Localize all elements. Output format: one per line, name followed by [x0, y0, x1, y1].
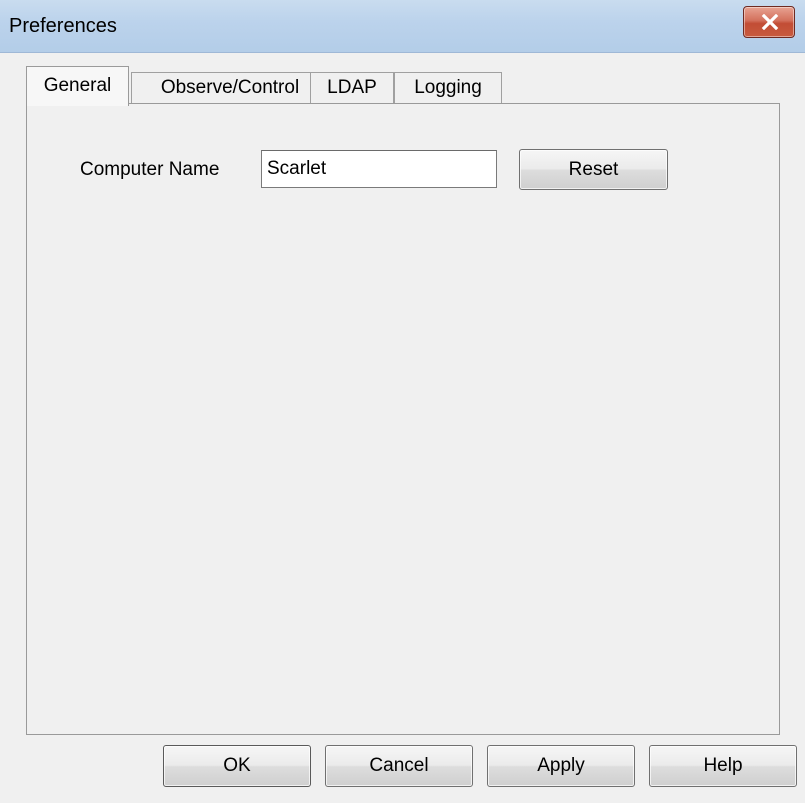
window-title: Preferences	[9, 15, 117, 37]
close-button[interactable]	[743, 6, 795, 38]
tab-ldap-label: LDAP	[327, 77, 377, 98]
general-tab-panel	[26, 103, 780, 735]
tab-general-label: General	[43, 75, 112, 96]
reset-button[interactable]: Reset	[519, 149, 668, 190]
ok-button[interactable]: OK	[163, 745, 311, 787]
help-button[interactable]: Help	[649, 745, 797, 787]
tab-logging[interactable]: Logging	[394, 72, 502, 104]
apply-button[interactable]: Apply	[487, 745, 635, 787]
cancel-button[interactable]: Cancel	[325, 745, 473, 787]
tab-observe-control[interactable]: Observe/Control	[131, 72, 329, 104]
tab-logging-label: Logging	[414, 77, 482, 98]
computer-name-input[interactable]	[261, 150, 497, 188]
computer-name-label: Computer Name	[80, 159, 220, 180]
tab-observe-control-label: Observe/Control	[160, 77, 300, 98]
preferences-dialog: Preferences General Observe/Control LDAP…	[0, 0, 805, 803]
title-bar[interactable]: Preferences	[0, 0, 805, 53]
tab-general[interactable]: General	[26, 66, 129, 106]
tab-ldap[interactable]: LDAP	[310, 72, 394, 104]
close-icon	[761, 14, 779, 30]
